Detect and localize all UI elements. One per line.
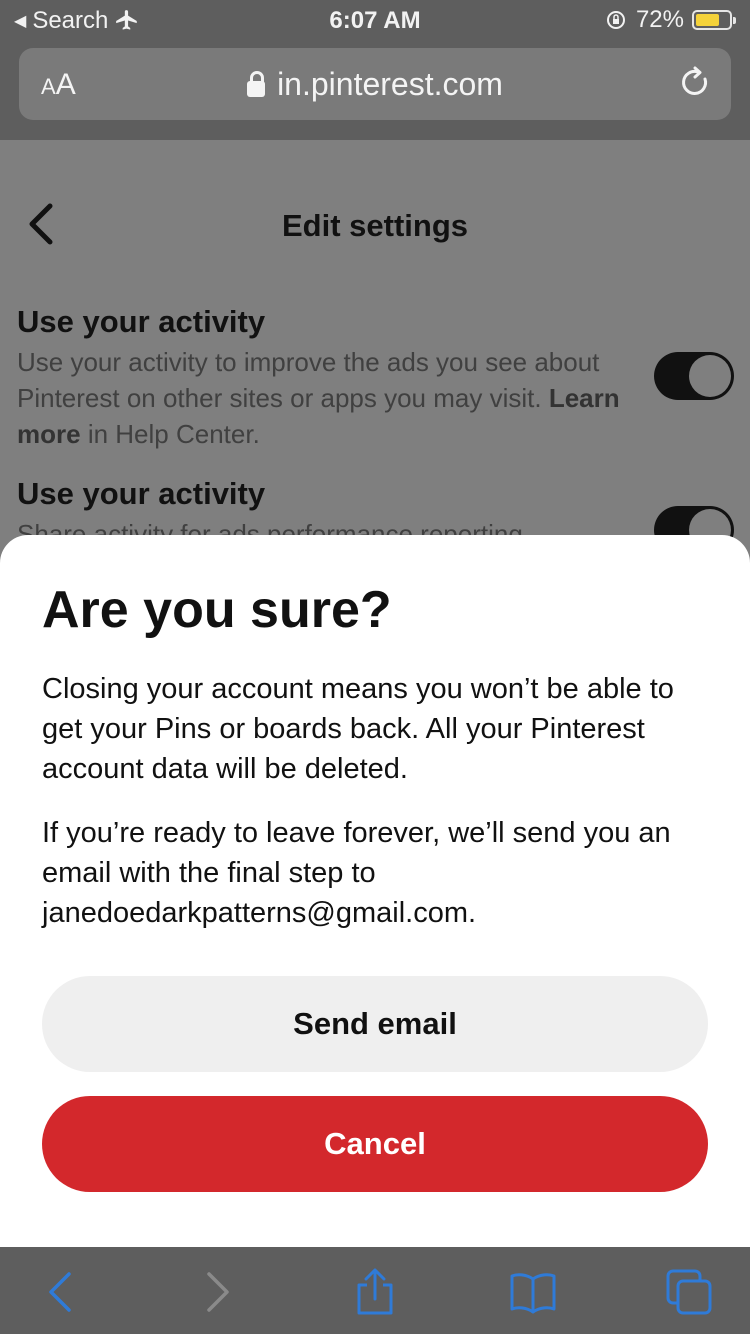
address-bar[interactable]: AA in.pinterest.com (19, 48, 731, 120)
battery-icon (692, 10, 736, 30)
tabs-icon[interactable] (664, 1267, 714, 1317)
setting-use-activity-ads: Use your activity Use your activity to i… (17, 304, 637, 452)
url-label: in.pinterest.com (277, 66, 503, 102)
battery-fill (696, 14, 720, 26)
browser-back-icon[interactable] (36, 1267, 86, 1317)
share-icon[interactable] (350, 1267, 400, 1317)
url-display[interactable]: in.pinterest.com (19, 66, 731, 103)
setting-title: Use your activity (17, 304, 266, 339)
setting-title: Use your activity (17, 476, 266, 511)
battery-percent: 72% (635, 6, 684, 33)
cancel-button[interactable]: Cancel (42, 1096, 708, 1192)
status-bar: ◀ Search 6:07 AM 72% (0, 0, 750, 40)
lock-icon (247, 71, 266, 97)
status-right: 72% (604, 6, 736, 34)
setting-description: Use your activity to improve the ads you… (17, 347, 620, 449)
dialog-paragraph-warning: Closing your account means you won’t be … (42, 673, 674, 785)
dialog-paragraph-email: If you’re ready to leave forever, we’ll … (42, 817, 671, 929)
toggle-use-activity-ads[interactable] (654, 352, 734, 400)
dialog-title: Are you sure? (42, 581, 392, 639)
reload-icon[interactable] (679, 66, 713, 100)
page-title: Edit settings (281, 208, 468, 243)
rotation-lock-icon (606, 11, 625, 29)
send-email-button[interactable]: Send email (42, 976, 708, 1072)
address-bar-area: AA in.pinterest.com (0, 40, 750, 140)
browser-toolbar (0, 1247, 750, 1334)
browser-forward-icon[interactable] (192, 1267, 242, 1317)
bookmarks-icon[interactable] (508, 1267, 558, 1317)
close-account-dialog: Are you sure? Closing your account means… (0, 535, 750, 1247)
